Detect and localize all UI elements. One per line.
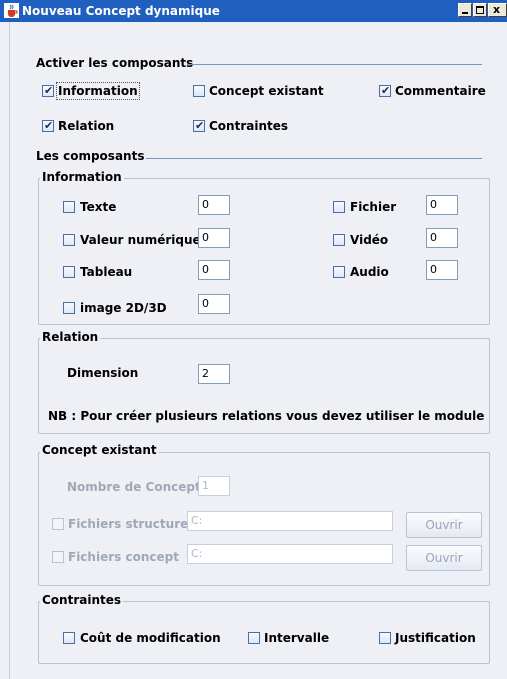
- image-label[interactable]: image 2D/3D: [80, 301, 167, 315]
- ouvrir-concept-button[interactable]: Ouvrir: [406, 545, 482, 571]
- information-checkbox[interactable]: [42, 83, 54, 99]
- fichiers-structure-field[interactable]: C:: [187, 511, 393, 531]
- tableau-checkbox[interactable]: [63, 266, 75, 278]
- ouvrir-structure-button[interactable]: Ouvrir: [406, 512, 482, 538]
- contraintes-checkbox[interactable]: [193, 118, 205, 134]
- concept-existant-label[interactable]: Concept existant: [209, 84, 324, 98]
- contraintes-label[interactable]: Contraintes: [209, 119, 288, 133]
- relation-note: NB : Pour créer plusieurs relations vous…: [48, 409, 488, 423]
- activer-separator: [187, 64, 482, 65]
- fichiers-concept-checkbox[interactable]: [52, 551, 64, 563]
- commentaire-checkbox[interactable]: [379, 83, 391, 99]
- relation-label[interactable]: Relation: [58, 119, 114, 133]
- intervalle-label[interactable]: Intervalle: [264, 631, 329, 645]
- valeur-numerique-count-field[interactable]: 0: [198, 228, 230, 248]
- relation-checkbox[interactable]: [42, 118, 54, 134]
- texte-checkbox[interactable]: [63, 201, 75, 213]
- intervalle-checkbox[interactable]: [248, 632, 260, 644]
- texte-count-field[interactable]: 0: [198, 195, 230, 215]
- dimension-field[interactable]: 2: [198, 364, 230, 384]
- audio-count-field[interactable]: 0: [426, 260, 458, 280]
- justification-label[interactable]: Justification: [395, 631, 476, 645]
- valeur-numerique-label[interactable]: Valeur numérique: [80, 233, 201, 247]
- concept-existant-checkbox[interactable]: [193, 85, 205, 97]
- maximize-button[interactable]: [473, 3, 487, 17]
- nombre-concept-field[interactable]: 1: [198, 476, 230, 496]
- audio-label[interactable]: Audio: [350, 265, 389, 279]
- java-cup-icon: [4, 3, 19, 18]
- video-checkbox[interactable]: [333, 234, 345, 246]
- cout-modification-label[interactable]: Coût de modification: [80, 631, 221, 645]
- image-checkbox[interactable]: [63, 302, 75, 314]
- video-label[interactable]: Vidéo: [350, 233, 388, 247]
- information-legend: Information: [40, 170, 124, 184]
- fichier-label[interactable]: Fichier: [350, 200, 396, 214]
- concept-existant-legend: Concept existant: [40, 443, 159, 457]
- composants-separator: [146, 158, 482, 159]
- relation-legend: Relation: [40, 330, 101, 344]
- cout-modification-checkbox[interactable]: [63, 632, 75, 644]
- fichiers-concept-label: Fichiers concept: [68, 550, 179, 564]
- nombre-concept-label: Nombre de Concept: [67, 480, 201, 494]
- close-button[interactable]: x: [488, 3, 507, 17]
- audio-checkbox[interactable]: [333, 266, 345, 278]
- dimension-label: Dimension: [67, 366, 139, 380]
- minimize-button[interactable]: [458, 3, 472, 17]
- texte-label[interactable]: Texte: [80, 200, 116, 214]
- fichiers-structure-checkbox[interactable]: [52, 518, 64, 530]
- image-count-field[interactable]: 0: [198, 294, 230, 314]
- title-bar: Nouveau Concept dynamique x: [0, 0, 507, 22]
- activer-heading: Activer les composants: [36, 56, 194, 70]
- commentaire-label[interactable]: Commentaire: [395, 84, 486, 98]
- tableau-count-field[interactable]: 0: [198, 260, 230, 280]
- fichier-checkbox[interactable]: [333, 201, 345, 213]
- information-label[interactable]: Information: [56, 82, 140, 100]
- fichiers-structure-label: Fichiers structure: [68, 517, 189, 531]
- fichiers-concept-field[interactable]: C:: [187, 544, 393, 564]
- justification-checkbox[interactable]: [379, 632, 391, 644]
- valeur-numerique-checkbox[interactable]: [63, 234, 75, 246]
- contraintes-legend: Contraintes: [40, 593, 124, 607]
- tableau-label[interactable]: Tableau: [80, 265, 132, 279]
- fichier-count-field[interactable]: 0: [426, 195, 458, 215]
- composants-heading: Les composants: [36, 149, 145, 163]
- video-count-field[interactable]: 0: [426, 228, 458, 248]
- window-title: Nouveau Concept dynamique: [22, 4, 220, 18]
